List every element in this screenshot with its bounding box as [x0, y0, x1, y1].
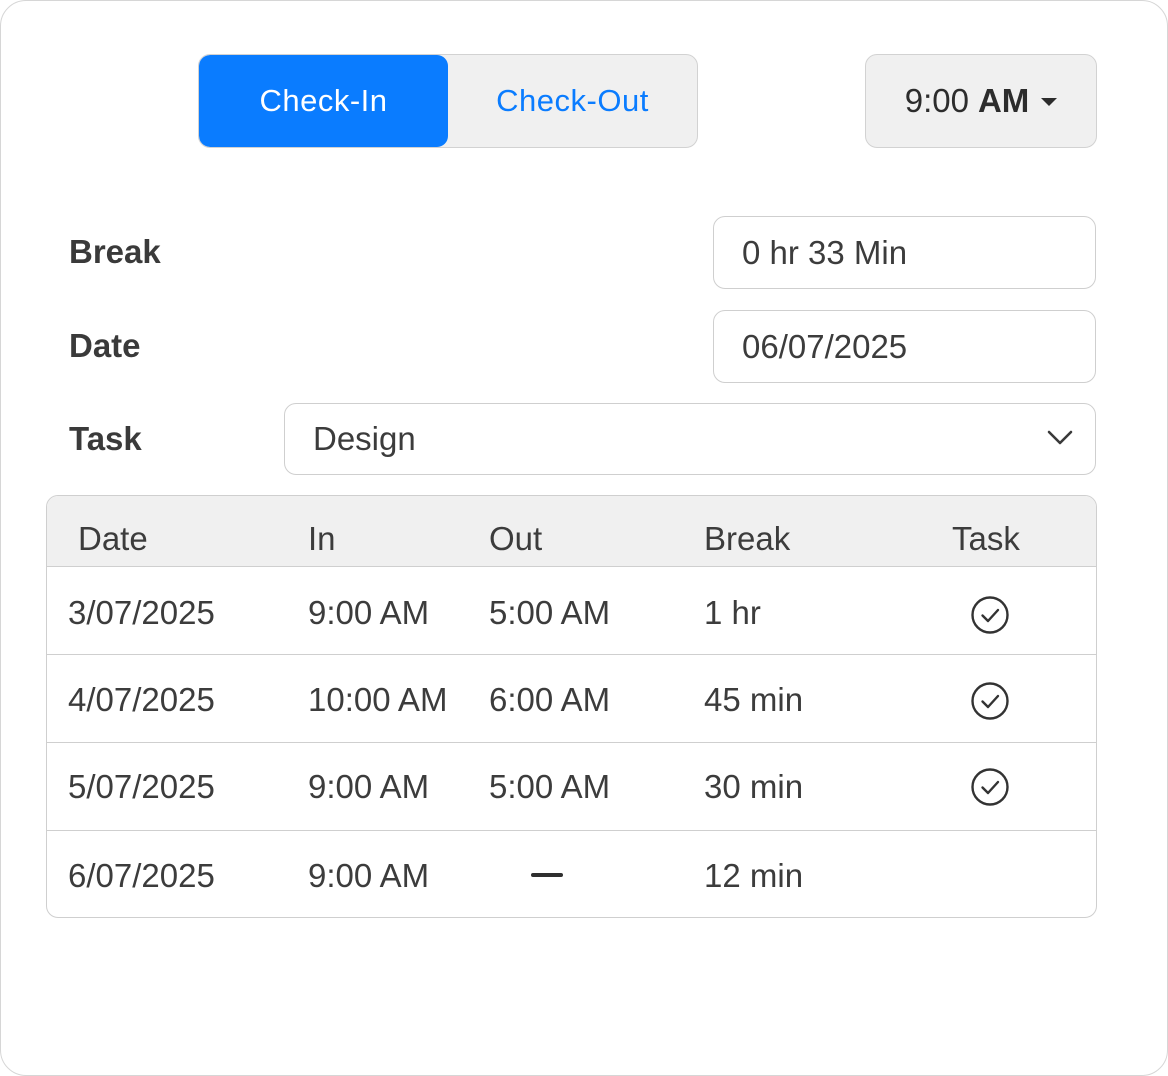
header-break: Break	[704, 520, 791, 557]
date-field[interactable]	[713, 310, 1096, 383]
table-row: 4/07/2025 10:00 AM 6:00 AM 45 min	[47, 655, 1096, 743]
table-row: 6/07/2025 9:00 AM 12 min	[47, 831, 1096, 917]
break-label: Break	[69, 233, 161, 270]
check-circle-icon	[971, 596, 1009, 634]
chevron-down-icon	[1047, 430, 1073, 445]
attendance-card: Check-In Check-Out 9:00 AM Break Date Ta…	[0, 0, 1168, 1076]
row-in: 9:00 AM	[308, 594, 430, 631]
row-break: 45 min	[704, 681, 804, 718]
break-field[interactable]	[713, 216, 1096, 289]
time-dropdown[interactable]: 9:00 AM	[865, 54, 1097, 148]
table-row: 3/07/2025 9:00 AM 5:00 AM 1 hr	[47, 567, 1096, 655]
header-date: Date	[78, 520, 148, 557]
row-date: 5/07/2025	[68, 768, 215, 805]
attendance-table: Date In Out Break Task 3/07/2025 9:00 AM…	[46, 495, 1097, 918]
header-in: In	[308, 520, 336, 557]
row-date: 4/07/2025	[68, 681, 215, 718]
time-period: AM	[977, 82, 1030, 119]
task-label: Task	[69, 420, 142, 457]
header-task: Task	[952, 520, 1020, 557]
row-in: 9:00 AM	[308, 857, 430, 894]
row-out: 6:00 AM	[489, 681, 611, 718]
row-break: 1 hr	[704, 594, 761, 631]
row-in: 9:00 AM	[308, 768, 430, 805]
row-break: 12 min	[704, 857, 804, 894]
table-header: Date In Out Break Task	[47, 496, 1096, 567]
task-select[interactable]: Design	[284, 403, 1096, 475]
row-out: 5:00 AM	[489, 594, 611, 631]
caret-down-icon	[1041, 98, 1058, 106]
dash-icon	[531, 873, 563, 877]
row-date: 6/07/2025	[68, 857, 215, 894]
row-in: 10:00 AM	[308, 681, 448, 718]
task-select-value: Design	[313, 420, 416, 457]
table-row: 5/07/2025 9:00 AM 5:00 AM 30 min	[47, 743, 1096, 831]
check-circle-icon	[971, 682, 1009, 720]
row-out: 5:00 AM	[489, 768, 611, 805]
check-out-button[interactable]: Check-Out	[448, 55, 697, 147]
header-out: Out	[489, 520, 543, 557]
mode-toggle: Check-In Check-Out	[198, 54, 698, 148]
check-circle-icon	[971, 768, 1009, 806]
date-label: Date	[69, 327, 141, 364]
time-hour: 9:00	[904, 82, 969, 119]
row-date: 3/07/2025	[68, 594, 215, 631]
date-input[interactable]	[742, 327, 1095, 366]
row-break: 30 min	[704, 768, 804, 805]
check-in-button[interactable]: Check-In	[199, 55, 448, 147]
break-input[interactable]	[742, 233, 1095, 272]
